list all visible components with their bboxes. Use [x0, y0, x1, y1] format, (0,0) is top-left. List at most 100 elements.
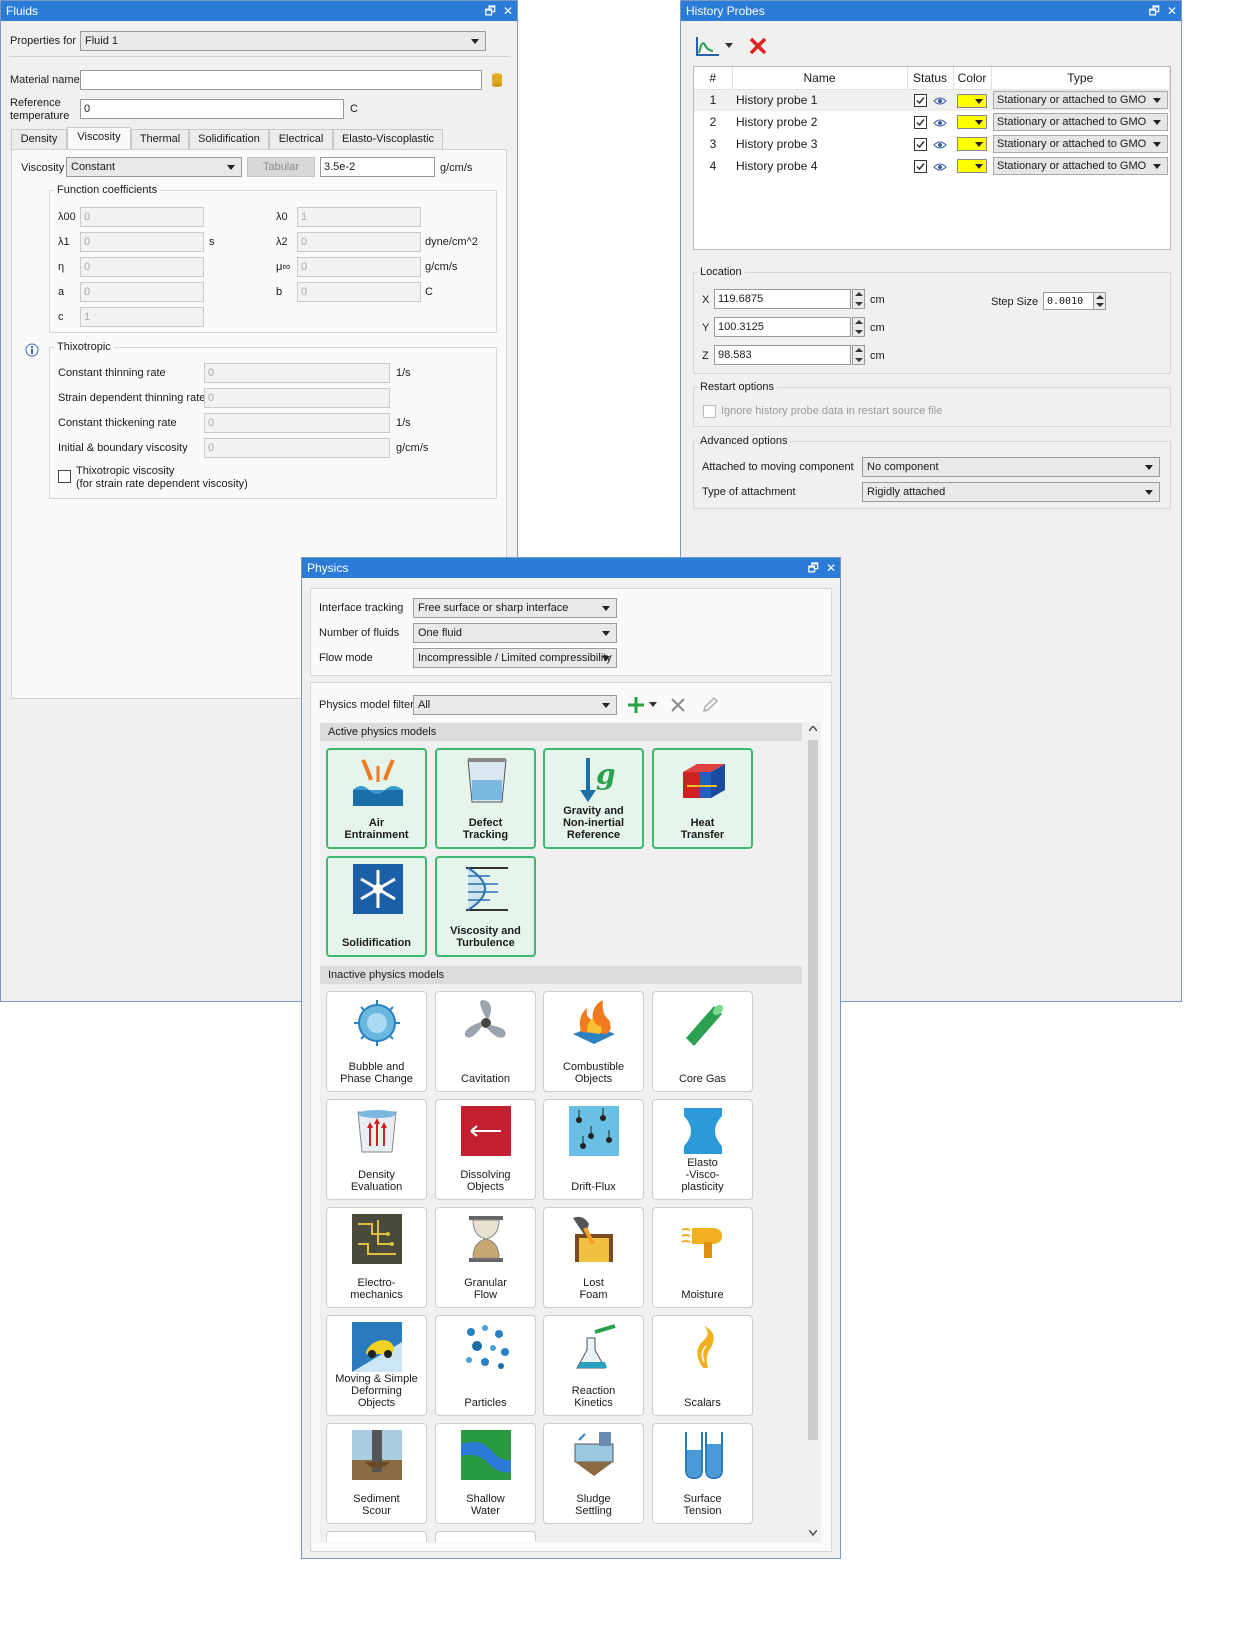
chevron-down-icon[interactable]	[725, 43, 733, 49]
tab-electrical[interactable]: Electrical	[269, 129, 333, 149]
x-spinner[interactable]	[852, 289, 865, 309]
probe-name[interactable]: History probe 1	[732, 89, 907, 111]
physics-model-card[interactable]: Bubble and Phase Change	[326, 991, 427, 1092]
col-type[interactable]: Type	[991, 67, 1170, 90]
probe-name[interactable]: History probe 3	[732, 133, 907, 155]
physics-model-card[interactable]: Dissolving Objects	[435, 1099, 536, 1200]
probe-name[interactable]: History probe 4	[732, 155, 907, 177]
viscosity-value-input[interactable]: 3.5e-2	[320, 157, 435, 177]
physics-model-card[interactable]: Density Evaluation	[326, 1099, 427, 1200]
number-of-fluids-combo[interactable]: One fluid	[413, 623, 617, 643]
tab-thermal[interactable]: Thermal	[131, 129, 189, 149]
col-num[interactable]: #	[694, 67, 733, 90]
eye-icon[interactable]	[932, 96, 947, 106]
close-icon[interactable]: ✕	[503, 1, 513, 21]
physics-model-card[interactable]: Sludge Settling	[543, 1423, 644, 1524]
z-spinner[interactable]	[852, 345, 865, 365]
viscosity-mode-combo[interactable]: Constant	[66, 157, 242, 177]
tab-density[interactable]: Density	[11, 129, 67, 149]
probe-type-combo[interactable]: Stationary or attached to GMO	[993, 113, 1168, 131]
probe-color-swatch[interactable]	[957, 159, 987, 174]
physics-model-card[interactable]: Scalars	[652, 1315, 753, 1416]
physics-model-card[interactable]: Reaction Kinetics	[543, 1315, 644, 1416]
ignore-restart-checkbox[interactable]	[703, 405, 716, 418]
thixo-input[interactable]: 0	[204, 363, 390, 383]
physics-model-card[interactable]: Solidification	[326, 856, 427, 957]
probe-color-swatch[interactable]	[957, 93, 987, 108]
probe-color-swatch[interactable]	[957, 115, 987, 130]
probe-type-combo[interactable]: Stationary or attached to GMO	[993, 91, 1168, 110]
visible-checkbox-icon[interactable]	[913, 94, 927, 108]
probe-color-swatch[interactable]	[957, 137, 987, 152]
physics-model-card[interactable]: Heat Transfer	[652, 748, 753, 849]
step-size-spinner[interactable]	[1093, 292, 1106, 310]
step-size-input[interactable]: 0.0010	[1043, 292, 1099, 310]
probe-color-cell[interactable]	[953, 155, 991, 177]
probe-type-combo[interactable]: Stationary or attached to GMO	[993, 157, 1168, 175]
x-input[interactable]: 119.6875	[714, 289, 851, 309]
probe-color-cell[interactable]	[953, 111, 991, 133]
coef-input[interactable]: 0	[297, 282, 421, 302]
attach-type-combo[interactable]: Rigidly attached	[862, 482, 1160, 502]
tab-elasto-viscoplastic[interactable]: Elasto-Viscoplastic	[333, 129, 443, 149]
info-icon[interactable]	[25, 343, 39, 357]
physics-model-card[interactable]: Air Entrainment	[326, 748, 427, 849]
visible-checkbox-icon[interactable]	[913, 138, 927, 152]
flow-mode-combo[interactable]: Incompressible / Limited compressibility	[413, 648, 617, 668]
probe-graph-icon[interactable]	[695, 35, 721, 57]
database-icon[interactable]	[491, 72, 503, 88]
col-name[interactable]: Name	[732, 67, 908, 90]
physics-model-card[interactable]: Shallow Water	[435, 1423, 536, 1524]
coef-input[interactable]: 0	[297, 257, 421, 277]
physics-model-card[interactable]: Drift-Flux	[543, 1099, 644, 1200]
probe-row[interactable]: 1 History probe 1 Stationary or attached t…	[694, 89, 1170, 111]
thixo-input[interactable]: 0	[204, 438, 390, 458]
close-icon[interactable]: ✕	[826, 558, 836, 578]
physics-model-card[interactable]: Granular Flow	[435, 1207, 536, 1308]
thixo-input[interactable]: 0	[204, 388, 390, 408]
chevron-down-icon[interactable]	[1152, 98, 1161, 104]
tab-solidification[interactable]: Solidification	[189, 129, 269, 149]
attached-combo[interactable]: No component	[862, 457, 1160, 477]
col-color[interactable]: Color	[953, 67, 992, 90]
visible-checkbox-icon[interactable]	[913, 116, 927, 130]
chevron-down-icon[interactable]	[649, 702, 657, 708]
physics-model-card[interactable]: Elasto -Visco-plasticity	[652, 1099, 753, 1200]
physics-model-card[interactable]: Surface Tension	[652, 1423, 753, 1524]
delete-probe-icon[interactable]	[748, 36, 768, 56]
y-spinner[interactable]	[852, 317, 865, 337]
probe-color-cell[interactable]	[953, 133, 991, 155]
scrollbar-thumb[interactable]	[808, 740, 818, 1440]
probe-name[interactable]: History probe 2	[732, 111, 907, 133]
material-name-input[interactable]	[80, 70, 482, 90]
physics-model-card[interactable]: g Gravity and Non-inertial Reference	[543, 748, 644, 849]
visible-checkbox-icon[interactable]	[913, 160, 927, 174]
properties-for-combo[interactable]: Fluid 1	[80, 31, 486, 51]
tabular-button[interactable]: Tabular	[247, 157, 315, 177]
physics-model-card[interactable]: Defect Tracking	[435, 748, 536, 849]
coef-input[interactable]: 0	[80, 257, 204, 277]
interface-tracking-combo[interactable]: Free surface or sharp interface	[413, 598, 617, 618]
thixotropic-viscosity-checkbox[interactable]	[58, 470, 71, 483]
physics-model-card[interactable]: Electro-mechanics	[326, 1207, 427, 1308]
scrollbar[interactable]	[805, 722, 821, 1542]
physics-model-card[interactable]	[435, 1531, 536, 1542]
probe-color-cell[interactable]	[953, 89, 991, 111]
tab-viscosity[interactable]: Viscosity	[67, 127, 131, 149]
add-model-icon[interactable]	[626, 695, 646, 715]
scroll-up-icon[interactable]	[809, 726, 817, 732]
physics-model-card[interactable]: Cavitation	[435, 991, 536, 1092]
ref-temp-input[interactable]: 0	[80, 99, 344, 119]
probe-type-combo[interactable]: Stationary or attached to GMO	[993, 135, 1168, 153]
physics-filter-combo[interactable]: All	[413, 695, 617, 715]
eye-icon[interactable]	[932, 140, 947, 150]
scroll-down-icon[interactable]	[809, 1530, 817, 1536]
eye-icon[interactable]	[932, 162, 947, 172]
physics-model-card[interactable]: Particles	[435, 1315, 536, 1416]
coef-input[interactable]: 0	[297, 232, 421, 252]
coef-input[interactable]: 0	[80, 232, 204, 252]
remove-model-icon[interactable]	[670, 697, 686, 713]
thixo-input[interactable]: 0	[204, 413, 390, 433]
probe-row[interactable]: 3 History probe 3 Stationary or attached t…	[694, 133, 1170, 155]
physics-model-card[interactable]: Core Gas	[652, 991, 753, 1092]
